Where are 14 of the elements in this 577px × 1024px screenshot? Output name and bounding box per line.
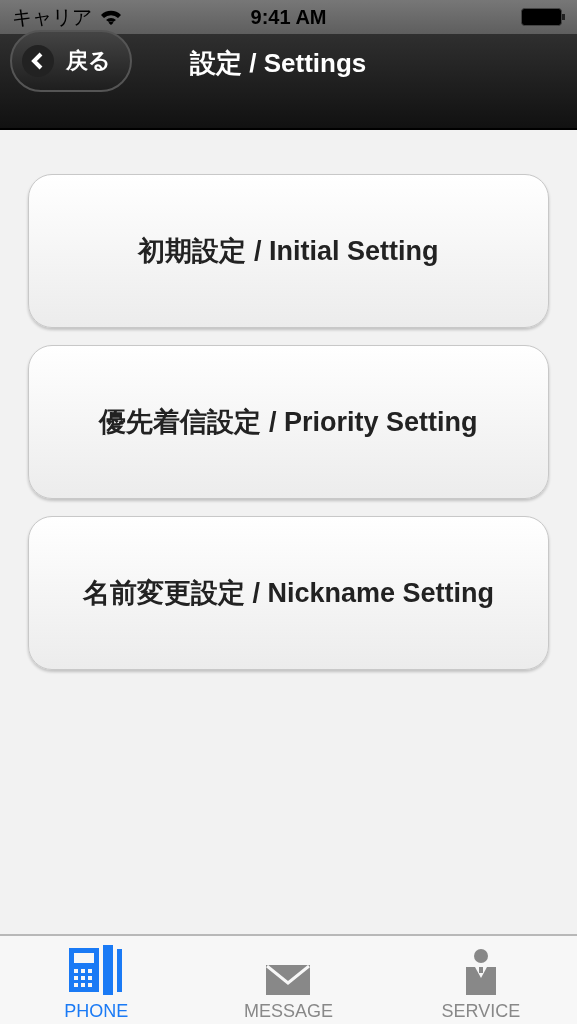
tab-item[interactable]: PHONE <box>0 936 193 1024</box>
envelope-icon <box>266 965 311 995</box>
menu-button[interactable]: 優先着信設定 / Priority Setting <box>28 345 549 499</box>
back-button[interactable]: 戻る <box>10 30 132 92</box>
chevron-left-icon <box>22 45 54 77</box>
menu-button[interactable]: 初期設定 / Initial Setting <box>28 174 549 328</box>
clock-time: 9:41 AM <box>250 5 327 29</box>
wifi-icon <box>100 9 122 25</box>
battery-icon <box>521 8 565 26</box>
menu-button[interactable]: 名前変更設定 / Nickname Setting <box>28 516 549 670</box>
phone-icon <box>69 945 124 995</box>
page-title: 設定 / Settings <box>190 47 367 80</box>
carrier-label: キャリア <box>12 4 92 30</box>
person-icon <box>465 949 496 995</box>
